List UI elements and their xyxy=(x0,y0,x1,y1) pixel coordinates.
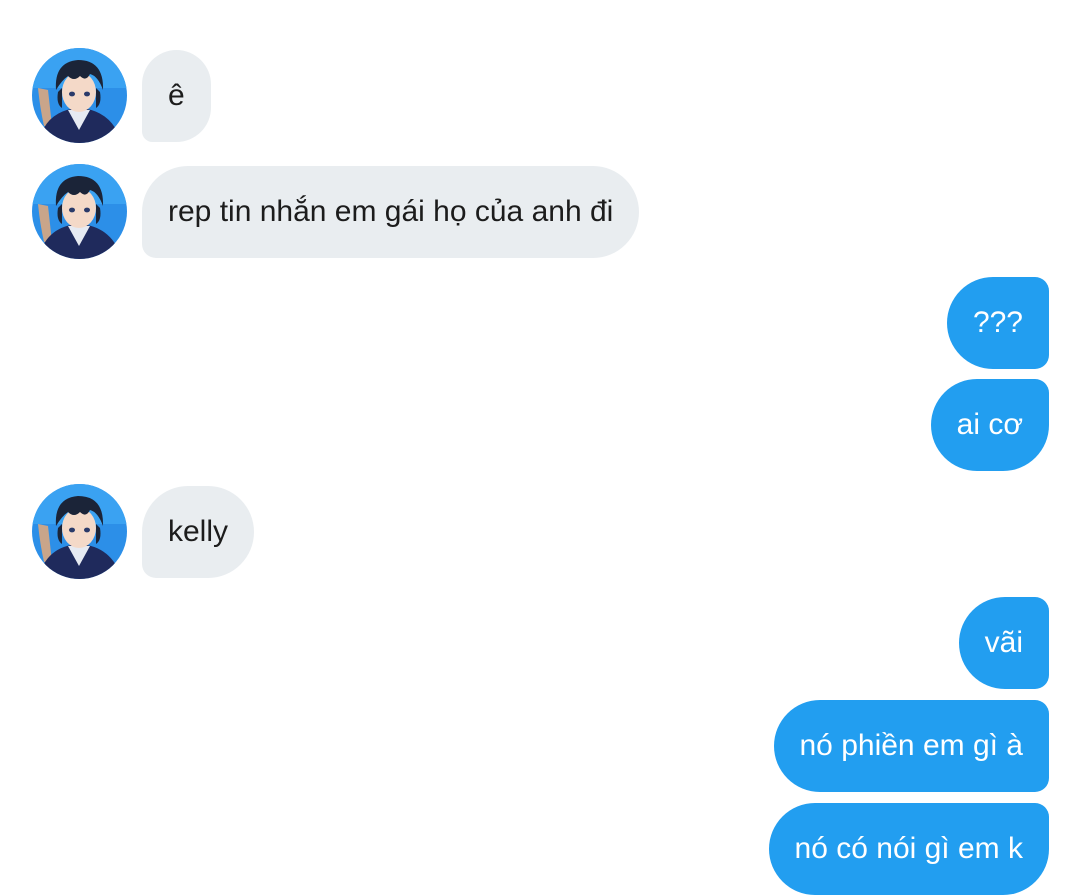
incoming-message: rep tin nhắn em gái họ của anh đi xyxy=(32,164,640,259)
outgoing-message: vãi xyxy=(958,597,1049,689)
incoming-message: ê xyxy=(32,48,211,143)
message-bubble[interactable]: kelly xyxy=(142,485,255,578)
outgoing-message: nó có nói gì em k xyxy=(768,803,1049,895)
message-bubble[interactable]: rep tin nhắn em gái họ của anh đi xyxy=(142,165,640,258)
outgoing-message: nó phiền em gì à xyxy=(773,700,1049,792)
outgoing-message: ai cơ xyxy=(930,379,1049,471)
message-bubble[interactable]: ??? xyxy=(946,277,1049,369)
contact-avatar-icon[interactable] xyxy=(32,484,127,579)
message-bubble[interactable]: vãi xyxy=(958,597,1049,689)
message-bubble[interactable]: nó có nói gì em k xyxy=(768,803,1049,895)
incoming-message: kelly xyxy=(32,484,255,579)
message-bubble[interactable]: nó phiền em gì à xyxy=(773,700,1049,792)
outgoing-message: ??? xyxy=(946,277,1049,369)
contact-avatar-icon[interactable] xyxy=(32,48,127,143)
message-bubble[interactable]: ai cơ xyxy=(930,379,1049,471)
chat-thread: ê rep tin nhắn em gái họ của anh đi ??? xyxy=(0,0,1080,895)
message-bubble[interactable]: ê xyxy=(142,49,211,142)
contact-avatar-icon[interactable] xyxy=(32,164,127,259)
